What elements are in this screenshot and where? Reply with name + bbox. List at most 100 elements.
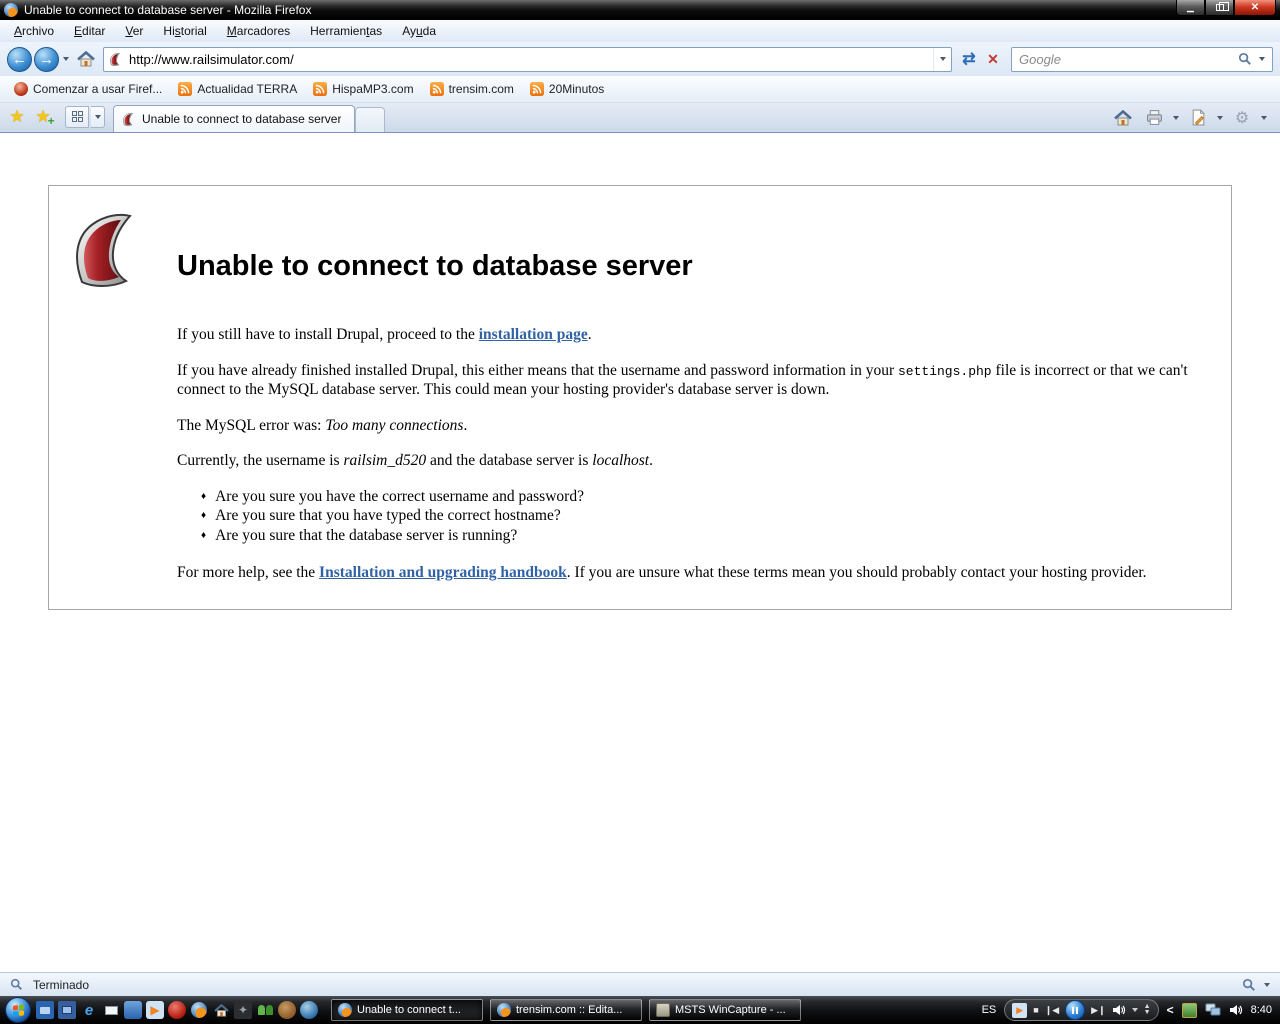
bookmark-star-button[interactable]: ★: [5, 104, 29, 130]
windows-logo-icon: [13, 1004, 24, 1016]
restore-icon: [1216, 4, 1224, 11]
add-bookmark-button[interactable]: ★: [31, 104, 55, 130]
installation-page-link[interactable]: installation page: [479, 326, 588, 343]
wmp-logo-icon[interactable]: ▶: [1012, 1003, 1027, 1018]
home-button-2[interactable]: [1111, 105, 1135, 131]
printer-icon: [1146, 109, 1163, 126]
taskbar-button-firefox-trensim[interactable]: trensim.com :: Edita...: [490, 999, 642, 1021]
url-bar[interactable]: http://www.railsimulator.com/: [103, 47, 952, 72]
bookmark-label: Comenzar a usar Firef...: [33, 82, 162, 96]
tray-chevron-icon[interactable]: <: [1167, 1003, 1174, 1017]
wmp-pause-button[interactable]: [1065, 1000, 1085, 1020]
page-button[interactable]: [1186, 105, 1210, 131]
menu-historial[interactable]: Historial: [153, 21, 216, 41]
page-dropdown-icon[interactable]: [1217, 116, 1223, 120]
wmp-volume-icon[interactable]: [1112, 1004, 1126, 1016]
media-player-toolbar: ▶ ■ ❙◀ ▶❙ ▲▼: [1004, 999, 1158, 1021]
search-box[interactable]: Google: [1011, 47, 1273, 72]
menu-marcadores[interactable]: Marcadores: [217, 21, 300, 41]
firefox-icon: [497, 1003, 511, 1017]
minimize-button[interactable]: ▁: [1176, 0, 1205, 16]
forward-button[interactable]: →: [34, 47, 59, 72]
menu-ayuda[interactable]: Ayuda: [392, 21, 446, 41]
realplayer-icon[interactable]: [168, 1001, 186, 1019]
tab-stub[interactable]: [355, 107, 385, 132]
volume-icon[interactable]: [1229, 1004, 1243, 1016]
tools-button[interactable]: ⚙: [1230, 105, 1254, 131]
bookmark-comenzar[interactable]: Comenzar a usar Firef...: [6, 79, 170, 99]
tab-list-button[interactable]: [65, 106, 89, 128]
media-player-icon[interactable]: ▶: [146, 1001, 164, 1019]
home-button[interactable]: [74, 46, 98, 72]
menu-archivo[interactable]: Archivo: [4, 21, 64, 41]
search-engine-dropdown-icon[interactable]: [1259, 57, 1265, 61]
show-desktop-icon[interactable]: [36, 1001, 54, 1019]
clock[interactable]: 8:40: [1251, 1004, 1272, 1016]
back-button[interactable]: ←: [7, 47, 32, 72]
paragraph-install: If you still have to install Drupal, pro…: [177, 325, 1213, 345]
bookmark-label: 20Minutos: [549, 82, 604, 96]
menu-herramientas[interactable]: Herramientas: [300, 21, 392, 41]
text: For more help, see the: [177, 564, 319, 581]
wmp-next-button[interactable]: ▶❙: [1091, 1005, 1105, 1016]
zoom-icon[interactable]: [1242, 978, 1256, 992]
grid-icon: [72, 111, 83, 122]
messenger-icon[interactable]: [256, 1001, 274, 1019]
tab-list-dropdown[interactable]: [91, 106, 105, 128]
star-plus-icon: ★: [35, 107, 50, 127]
folder-icon[interactable]: [124, 1001, 142, 1019]
mail-icon[interactable]: [102, 1001, 120, 1019]
taskbar-button-wincapture[interactable]: MSTS WinCapture - ...: [649, 999, 801, 1021]
handbook-link[interactable]: Installation and upgrading handbook: [319, 564, 567, 581]
window-controls: ▁ ✕: [1176, 0, 1276, 16]
url-text[interactable]: http://www.railsimulator.com/: [129, 52, 933, 67]
bookmark-actualidad-terra[interactable]: Actualidad TERRA: [170, 79, 305, 99]
statusbar-zoom-controls: [1242, 978, 1270, 992]
server-value: localhost: [592, 452, 649, 469]
system-tray: ES ▶ ■ ❙◀ ▶❙ ▲▼ < 8:40: [982, 999, 1277, 1021]
firefox-icon[interactable]: [190, 1001, 208, 1019]
internet-explorer-icon[interactable]: e: [80, 1001, 98, 1019]
status-bar: Terminado: [0, 972, 1280, 996]
bookmark-hispamp3[interactable]: HispaMP3.com: [305, 79, 421, 99]
reload-button[interactable]: ⇄: [957, 46, 981, 72]
emule-icon[interactable]: [278, 1001, 296, 1019]
menu-editar[interactable]: Editar: [64, 21, 115, 41]
print-button[interactable]: [1142, 105, 1166, 131]
text: Currently, the username is: [177, 452, 343, 469]
tools-dropdown-icon[interactable]: [1261, 116, 1267, 120]
bookmark-label: trensim.com: [449, 82, 514, 96]
switch-windows-icon[interactable]: [58, 1001, 76, 1019]
restore-button[interactable]: [1205, 0, 1234, 16]
print-dropdown-icon[interactable]: [1173, 116, 1179, 120]
wmp-volume-dropdown-icon[interactable]: [1132, 1008, 1138, 1012]
wmp-previous-button[interactable]: ❙◀: [1045, 1005, 1059, 1016]
menu-ver[interactable]: Ver: [115, 21, 153, 41]
list-item: Are you sure that the database server is…: [201, 526, 1213, 546]
gear-icon: ⚙: [1235, 108, 1249, 128]
stop-icon: ✕: [987, 51, 999, 68]
network-icon[interactable]: [1205, 1003, 1221, 1017]
search-icon[interactable]: [1238, 52, 1252, 66]
bookmark-20minutos[interactable]: 20Minutos: [522, 79, 612, 99]
search-placeholder[interactable]: Google: [1019, 52, 1238, 67]
url-history-dropdown[interactable]: [933, 48, 951, 71]
start-button[interactable]: [5, 997, 31, 1023]
rss-icon: [430, 82, 444, 96]
bookmark-trensim[interactable]: trensim.com: [422, 79, 522, 99]
paragraph-help: For more help, see the Installation and …: [177, 563, 1213, 583]
taskbar-button-firefox-error[interactable]: Unable to connect t...: [331, 999, 483, 1021]
stop-button[interactable]: ✕: [981, 46, 1005, 72]
home-app-icon[interactable]: [212, 1001, 230, 1019]
language-indicator[interactable]: ES: [982, 1004, 997, 1016]
browser-globe-icon[interactable]: [300, 1001, 318, 1019]
close-button[interactable]: ✕: [1234, 0, 1276, 16]
home-icon: [77, 51, 95, 67]
wmp-stop-button[interactable]: ■: [1033, 1005, 1038, 1015]
zoom-dropdown-icon[interactable]: [1264, 983, 1270, 987]
dark-app-icon[interactable]: ✦: [234, 1001, 252, 1019]
wmp-band-expand[interactable]: ▲▼: [1144, 1004, 1151, 1016]
tray-app-icon[interactable]: [1182, 1003, 1197, 1018]
tab-active[interactable]: Unable to connect to database server: [113, 105, 355, 132]
history-dropdown-icon[interactable]: [63, 57, 69, 61]
